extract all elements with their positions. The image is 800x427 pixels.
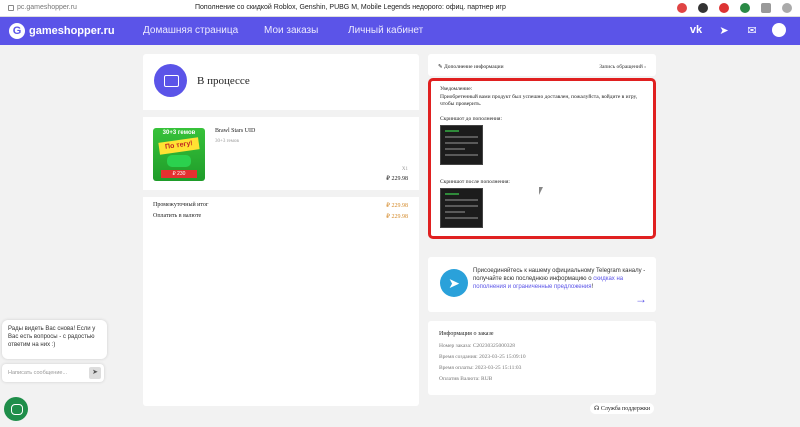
nav-icons: vk ➤ ✉ bbox=[688, 23, 786, 37]
screenshot-before[interactable] bbox=[440, 125, 483, 165]
support-button[interactable]: ☊ Служба поддержки bbox=[590, 403, 655, 414]
screenshot-after[interactable] bbox=[440, 188, 483, 228]
profile-icon[interactable] bbox=[782, 3, 792, 13]
nav-orders[interactable]: Мои заказы bbox=[264, 25, 318, 36]
extra-info-link[interactable]: ✎ Дополнение информации bbox=[438, 64, 504, 70]
vk-icon[interactable]: vk bbox=[688, 24, 704, 36]
nav-account[interactable]: Личный кабинет bbox=[348, 25, 423, 36]
browser-bar: pc.gameshopper.ru Пополнение со скидкой … bbox=[0, 0, 800, 17]
chat-greeting: Рады видеть Вас снова! Если у Вас есть в… bbox=[2, 320, 107, 359]
top-nav: G gameshopper.ru Домашняя страница Мои з… bbox=[0, 17, 800, 45]
product-image-banner: По тегу! bbox=[158, 137, 200, 155]
before-label: Скриншот до пополнения: bbox=[440, 116, 502, 122]
product-price: ₽ 229.98 bbox=[386, 176, 408, 182]
page-title: Пополнение со скидкой Roblox, Genshin, P… bbox=[195, 4, 506, 11]
product-image: 30+3 гемов По тегу! ₽ 230 bbox=[153, 128, 205, 181]
pay-label: Оплатить в валюте bbox=[153, 213, 202, 219]
extension-green-icon[interactable] bbox=[740, 3, 750, 13]
url-text: pc.gameshopper.ru bbox=[17, 4, 77, 11]
delivery-notice: Уведомление: Приобретенный вами продукт … bbox=[428, 78, 656, 239]
notice-title: Уведомление: bbox=[440, 86, 473, 92]
send-icon[interactable]: ➤ bbox=[89, 367, 101, 379]
mouse-cursor-icon bbox=[539, 187, 543, 195]
subtotal-row: Промежуточный итог ₽ 229.98 bbox=[153, 202, 408, 209]
order-paid: Время оплаты: 2023-03-25 15:11:03 bbox=[439, 365, 522, 371]
extra-info-row: ✎ Дополнение информации Запись обращений… bbox=[428, 54, 656, 76]
arrow-right-icon[interactable]: → bbox=[635, 292, 647, 306]
product-image-caption: 30+3 гемов bbox=[162, 130, 196, 136]
subtotal-label: Промежуточный итог bbox=[153, 202, 209, 208]
telegram-card[interactable]: ➤ Присоединяйтесь к нашему официальному … bbox=[428, 257, 656, 312]
logo[interactable]: G gameshopper.ru bbox=[9, 23, 115, 39]
gems-icon bbox=[167, 155, 191, 167]
chat-toggle-button[interactable] bbox=[4, 397, 28, 421]
extension-red2-icon[interactable] bbox=[719, 3, 729, 13]
telegram-text: Присоединяйтесь к нашему официальному Te… bbox=[473, 267, 649, 291]
order-created: Время создания: 2023-03-25 15:09:10 bbox=[439, 354, 526, 360]
logo-icon: G bbox=[9, 23, 25, 39]
extension-dark-icon[interactable] bbox=[698, 3, 708, 13]
mail-icon[interactable]: ✉ bbox=[744, 24, 760, 37]
product-name: Brawl Stars UID bbox=[215, 128, 256, 134]
chat-input[interactable]: Написать сообщение... ➤ bbox=[2, 364, 104, 382]
lock-icon bbox=[8, 4, 14, 11]
pay-row: Оплатить в валюте ₽ 229.98 bbox=[153, 213, 408, 220]
divider bbox=[143, 110, 419, 117]
order-number: Номер заказа: C20230325000328 bbox=[439, 343, 515, 349]
product-qty: X1 bbox=[401, 167, 408, 172]
telegram-icon: ➤ bbox=[440, 269, 468, 297]
telegram-icon[interactable]: ➤ bbox=[716, 24, 732, 37]
order-info-title: Информация о заказе bbox=[439, 331, 494, 337]
headset-icon: ☊ bbox=[594, 406, 600, 412]
extension-red-icon[interactable] bbox=[677, 3, 687, 13]
support-label: Служба поддержки bbox=[600, 406, 651, 412]
notice-text: Приобретенный вами продукт был успешно д… bbox=[440, 94, 638, 107]
chat-placeholder: Написать сообщение... bbox=[8, 370, 68, 376]
divider bbox=[143, 190, 419, 197]
pay-value: ₽ 229.98 bbox=[386, 214, 408, 220]
extension-puzzle-icon[interactable] bbox=[761, 3, 771, 13]
order-currency: Оплатив Валюта: RUB bbox=[439, 376, 493, 382]
product-desc: 30+3 гемов bbox=[215, 139, 239, 144]
subtotal-value: ₽ 229.98 bbox=[386, 203, 408, 209]
order-info-card: Информация о заказе Номер заказа: C20230… bbox=[428, 321, 656, 395]
extensions-bar bbox=[677, 3, 792, 13]
nav-home[interactable]: Домашняя страница bbox=[143, 25, 238, 36]
wallet-icon bbox=[154, 64, 187, 97]
appeals-link[interactable]: Запись обращений › bbox=[599, 64, 646, 70]
telegram-text-end: ! bbox=[591, 284, 594, 290]
after-label: Скриншот после пополнения: bbox=[440, 179, 510, 185]
product-image-price: ₽ 230 bbox=[161, 170, 197, 178]
user-icon[interactable] bbox=[772, 23, 786, 37]
order-card: В процессе 30+3 гемов По тегу! ₽ 230 Bra… bbox=[143, 54, 419, 406]
order-status: В процессе bbox=[197, 75, 250, 87]
logo-text: gameshopper.ru bbox=[29, 25, 115, 37]
address-bar[interactable]: pc.gameshopper.ru bbox=[8, 4, 77, 11]
